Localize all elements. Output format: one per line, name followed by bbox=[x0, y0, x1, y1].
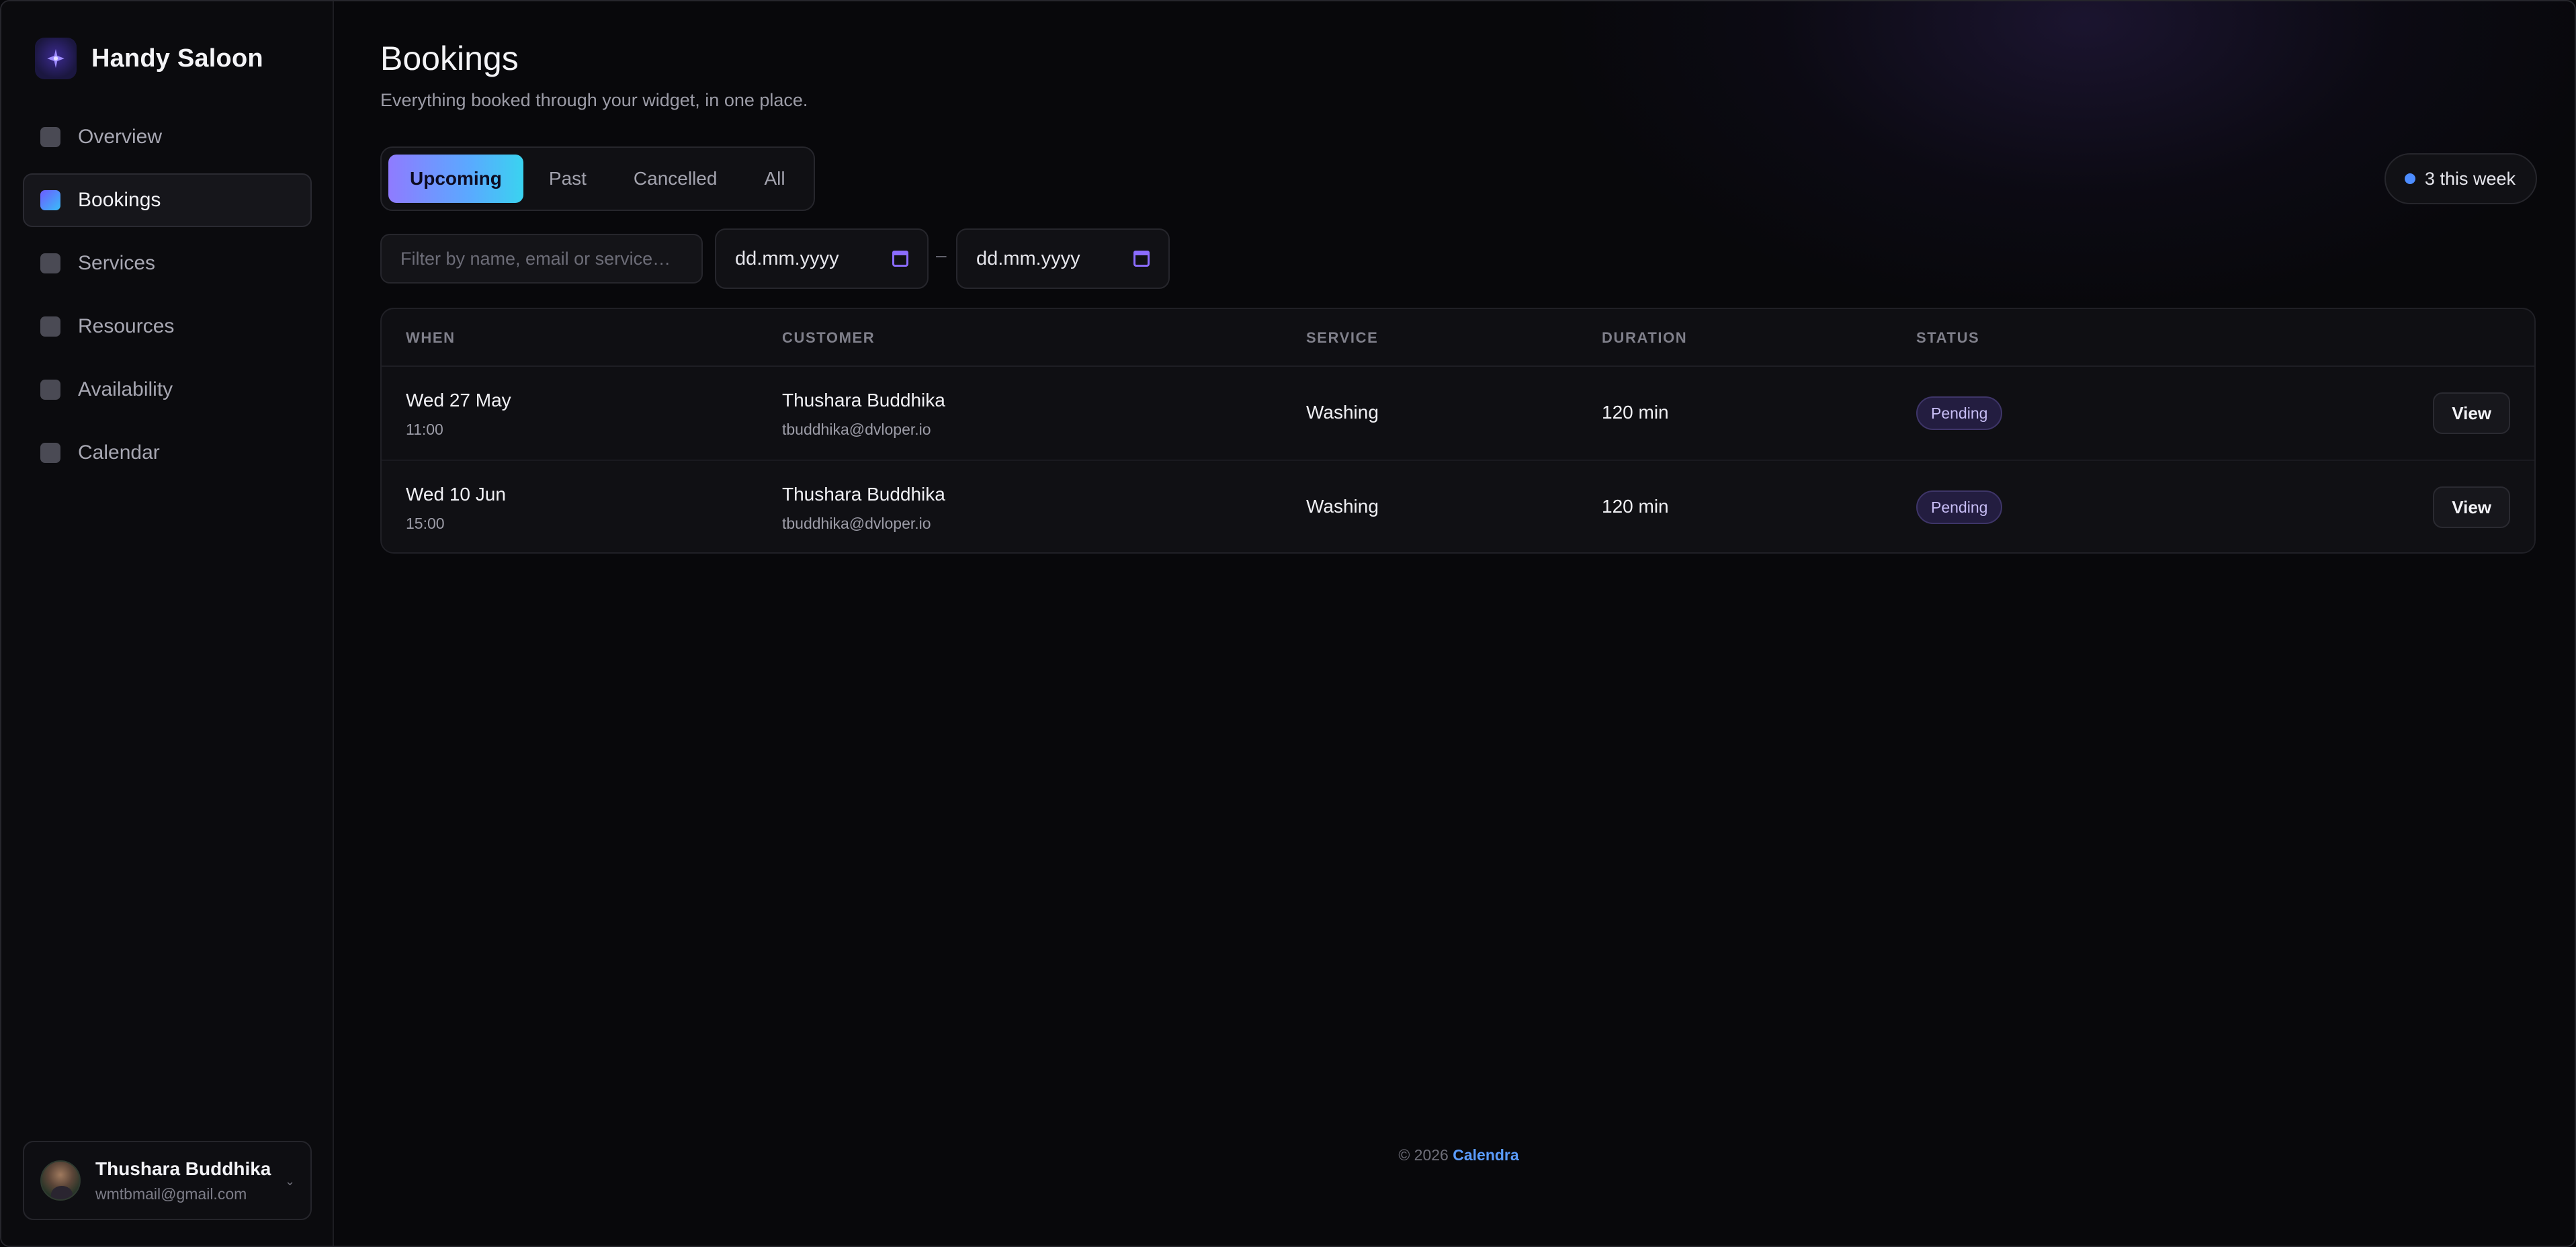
sparkle-icon bbox=[35, 38, 77, 79]
booking-duration: 120 min bbox=[1602, 402, 1669, 423]
table-header: WHEN CUSTOMER SERVICE DURATION STATUS bbox=[382, 309, 2534, 367]
booking-tabs: Upcoming Past Cancelled All bbox=[380, 146, 815, 211]
tab-upcoming[interactable]: Upcoming bbox=[388, 155, 523, 203]
booking-duration: 120 min bbox=[1602, 496, 1669, 517]
date-from-placeholder: dd.mm.yyyy bbox=[735, 247, 839, 269]
sidebar-item-label: Calendar bbox=[78, 441, 160, 464]
brand[interactable]: Handy Saloon bbox=[35, 38, 263, 79]
sidebar-item-label: Overview bbox=[78, 126, 163, 148]
header-service: SERVICE bbox=[1306, 329, 1379, 346]
sidebar-item-bookings[interactable]: Bookings bbox=[23, 173, 312, 227]
bookings-table: WHEN CUSTOMER SERVICE DURATION STATUS We… bbox=[380, 308, 2536, 554]
footer: © 2026 Calendra bbox=[380, 1146, 2537, 1164]
main-content: Bookings Everything booked through your … bbox=[380, 1, 2537, 1246]
header-when: WHEN bbox=[406, 329, 456, 346]
tab-all[interactable]: All bbox=[742, 155, 806, 203]
footer-copyright: © 2026 bbox=[1398, 1146, 1449, 1164]
calendar-icon[interactable] bbox=[892, 251, 908, 267]
sidebar: Handy Saloon Overview Bookings Services … bbox=[1, 1, 334, 1246]
view-button[interactable]: View bbox=[2433, 486, 2510, 528]
header-customer: CUSTOMER bbox=[782, 329, 875, 346]
sidebar-item-label: Availability bbox=[78, 378, 173, 400]
user-email: wmtbmail@gmail.com bbox=[95, 1185, 247, 1203]
user-meta: Thushara Buddhika wmtbmail@gmail.com bbox=[95, 1158, 271, 1203]
sidebar-item-overview[interactable]: Overview bbox=[23, 110, 312, 164]
customer-name: Thushara Buddhika bbox=[782, 484, 945, 505]
footer-link[interactable]: Calendra bbox=[1453, 1146, 1518, 1164]
calendar-icon[interactable] bbox=[1133, 251, 1150, 267]
header-duration: DURATION bbox=[1602, 329, 1688, 346]
booking-day: Wed 27 May bbox=[406, 390, 511, 411]
user-menu[interactable]: Thushara Buddhika wmtbmail@gmail.com ⌄ bbox=[23, 1141, 312, 1220]
sidebar-item-calendar[interactable]: Calendar bbox=[23, 426, 312, 480]
page-title: Bookings bbox=[380, 40, 519, 77]
view-button[interactable]: View bbox=[2433, 392, 2510, 434]
booking-time: 11:00 bbox=[406, 421, 443, 438]
page-subtitle: Everything booked through your widget, i… bbox=[380, 90, 808, 110]
service-name: Washing bbox=[1306, 402, 1379, 423]
date-range-separator: – bbox=[936, 245, 947, 265]
table-row: Wed 27 May 11:00 Thushara Buddhika tbudd… bbox=[382, 367, 2534, 460]
bookings-icon bbox=[40, 190, 60, 210]
sidebar-item-label: Bookings bbox=[78, 189, 161, 211]
user-name: Thushara Buddhika bbox=[95, 1158, 271, 1179]
status-badge: Pending bbox=[1916, 396, 2003, 430]
avatar bbox=[40, 1160, 81, 1201]
date-from-field[interactable]: dd.mm.yyyy bbox=[715, 228, 929, 289]
app-window: Handy Saloon Overview Bookings Services … bbox=[0, 0, 2576, 1247]
booking-day: Wed 10 Jun bbox=[406, 484, 506, 505]
resources-icon bbox=[40, 316, 60, 337]
customer-email: tbuddhika@dvloper.io bbox=[782, 421, 931, 438]
sidebar-nav: Overview Bookings Services Resources Ava… bbox=[23, 110, 312, 489]
tab-cancelled[interactable]: Cancelled bbox=[612, 155, 739, 203]
services-icon bbox=[40, 253, 60, 273]
search-input[interactable] bbox=[380, 234, 703, 284]
chevron-down-icon[interactable]: ⌄ bbox=[285, 1175, 296, 1187]
calendar-icon bbox=[40, 443, 60, 463]
overview-icon bbox=[40, 127, 60, 147]
sidebar-item-label: Resources bbox=[78, 315, 175, 337]
status-badge: Pending bbox=[1916, 490, 2003, 524]
sidebar-item-availability[interactable]: Availability bbox=[23, 363, 312, 417]
booking-time: 15:00 bbox=[406, 515, 445, 532]
service-name: Washing bbox=[1306, 496, 1379, 517]
sidebar-item-resources[interactable]: Resources bbox=[23, 300, 312, 353]
date-to-placeholder: dd.mm.yyyy bbox=[976, 247, 1080, 269]
week-count-badge: 3 this week bbox=[2384, 153, 2537, 204]
customer-name: Thushara Buddhika bbox=[782, 390, 945, 411]
week-count-label: 3 this week bbox=[2424, 168, 2516, 189]
table-row: Wed 10 Jun 15:00 Thushara Buddhika tbudd… bbox=[382, 460, 2534, 552]
status-dot-icon bbox=[2404, 173, 2415, 184]
date-to-field[interactable]: dd.mm.yyyy bbox=[956, 228, 1170, 289]
customer-email: tbuddhika@dvloper.io bbox=[782, 515, 931, 532]
sidebar-item-services[interactable]: Services bbox=[23, 236, 312, 290]
header-status: STATUS bbox=[1916, 329, 1980, 346]
sidebar-item-label: Services bbox=[78, 252, 156, 274]
brand-name: Handy Saloon bbox=[91, 44, 263, 73]
tab-past[interactable]: Past bbox=[527, 155, 608, 203]
availability-icon bbox=[40, 380, 60, 400]
